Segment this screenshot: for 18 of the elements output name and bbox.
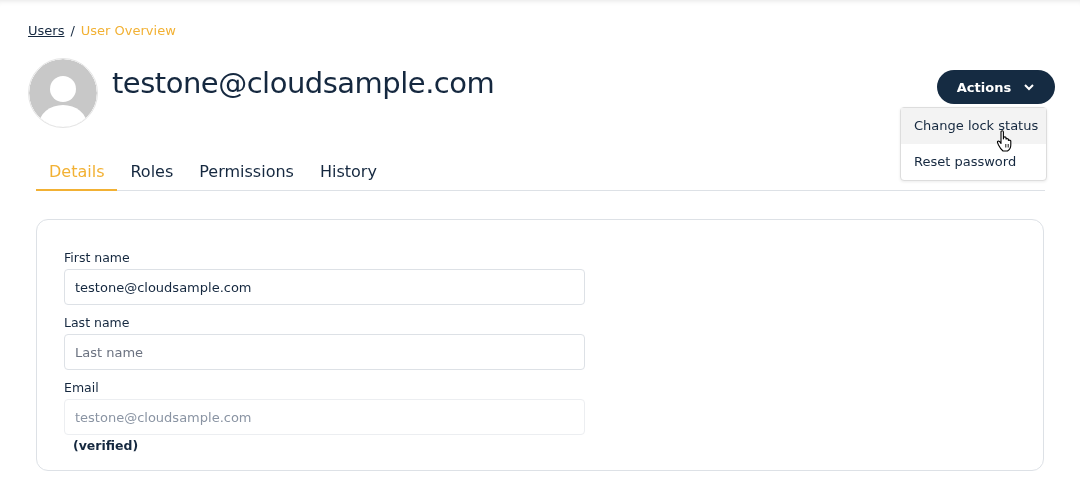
tab[interactable]: History xyxy=(306,156,390,189)
hand-cursor-icon xyxy=(996,130,1014,152)
field-label: Email xyxy=(64,380,100,395)
avatar-icon xyxy=(29,59,97,127)
actions-button[interactable]: Actions xyxy=(937,70,1055,104)
tab[interactable]: Roles xyxy=(117,156,187,189)
breadcrumb-current: User Overview xyxy=(80,22,176,38)
field-label: Last name xyxy=(64,315,131,330)
page-title: testone@cloudsample.com xyxy=(112,66,496,100)
input-field[interactable]: testone@cloudsample.com xyxy=(64,269,585,305)
breadcrumb-link[interactable]: Users xyxy=(28,22,65,38)
input-field[interactable]: Last name xyxy=(64,334,585,370)
chevron-down-icon xyxy=(1023,83,1036,91)
verified-note: (verified) xyxy=(73,438,139,453)
breadcrumb-separator: / xyxy=(70,22,75,38)
tab[interactable]: Permissions xyxy=(186,156,307,189)
menu-item[interactable]: Reset password xyxy=(901,144,1046,180)
field-label: First name xyxy=(64,250,131,265)
